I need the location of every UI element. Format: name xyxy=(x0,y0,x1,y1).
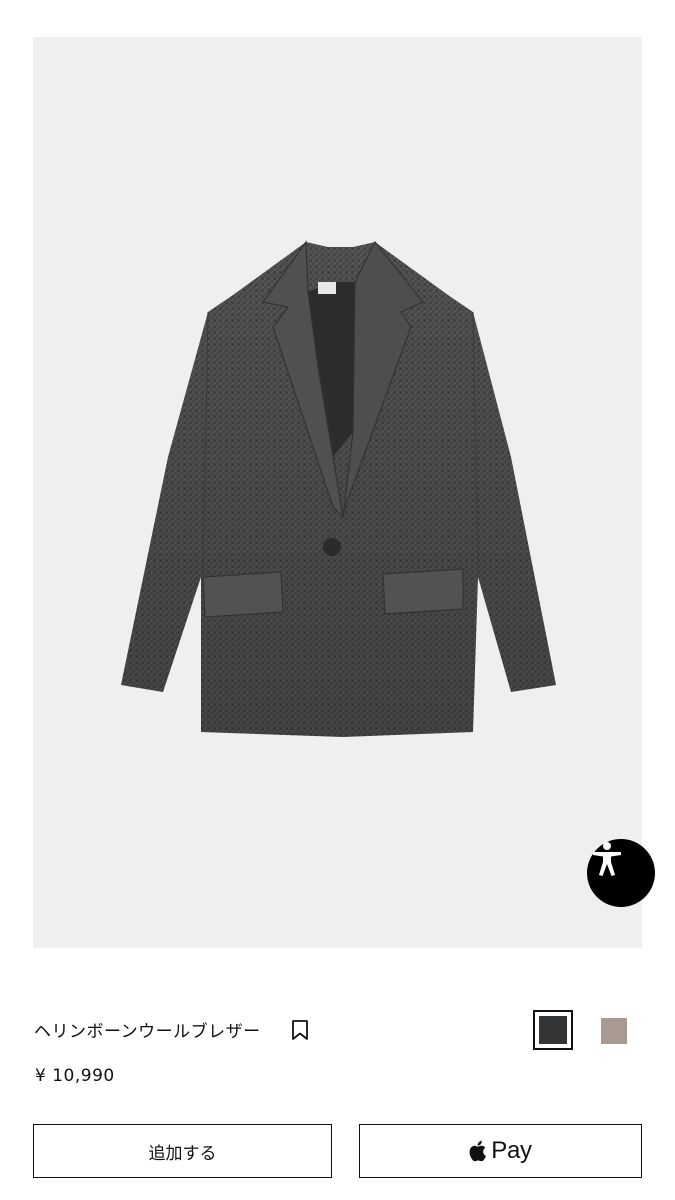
accessibility-button[interactable] xyxy=(587,839,655,907)
product-price: ¥ 10,990 xyxy=(35,1066,115,1086)
blazer-illustration xyxy=(121,240,556,737)
apple-pay-label: Pay xyxy=(491,1137,532,1164)
product-image[interactable] xyxy=(33,37,655,948)
color-swatch-taupe[interactable] xyxy=(601,1018,627,1044)
add-to-cart-button[interactable]: 追加する xyxy=(33,1124,332,1178)
color-chip-charcoal xyxy=(539,1016,567,1044)
product-page: ヘリンボーンウールブレザー ¥ 10,990 追加する Pay xyxy=(0,0,675,1200)
bookmark-icon[interactable] xyxy=(290,1019,310,1041)
blazer-button xyxy=(323,538,341,556)
accessibility-icon xyxy=(593,842,621,876)
apple-logo-icon xyxy=(469,1140,487,1162)
color-swatch-charcoal[interactable] xyxy=(533,1010,573,1050)
product-name: ヘリンボーンウールブレザー xyxy=(34,1022,261,1042)
apple-pay-button[interactable]: Pay xyxy=(359,1124,642,1178)
